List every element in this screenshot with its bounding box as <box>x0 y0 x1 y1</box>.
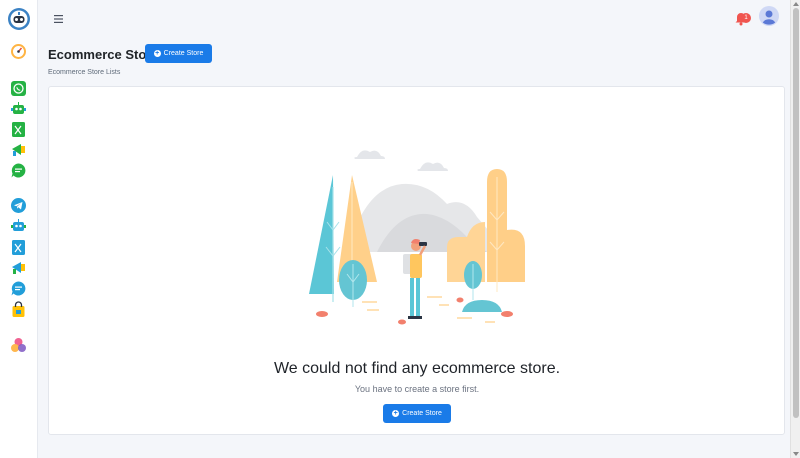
top-bar: 1 <box>39 0 790 38</box>
telegram-bot-icon[interactable] <box>10 218 27 235</box>
notification-count-badge: 1 <box>741 13 751 23</box>
whatsapp-icon[interactable] <box>10 80 27 97</box>
telegram-message-icon[interactable] <box>10 280 27 297</box>
ecommerce-bag-icon[interactable] <box>10 301 27 318</box>
plus-circle-icon: + <box>392 410 400 417</box>
whatsapp-sheet-icon[interactable] <box>10 121 27 138</box>
robot-logo-icon[interactable] <box>7 7 31 31</box>
store-list-card: We could not find any ecommerce store. Y… <box>48 86 785 435</box>
telegram-broadcast-icon[interactable] <box>10 259 27 276</box>
telegram-icon[interactable] <box>10 197 27 214</box>
empty-state-subtitle: You have to create a store first. <box>354 384 480 394</box>
telegram-sheet-icon[interactable] <box>10 239 27 256</box>
page-header: Ecommerce Store <box>48 44 159 64</box>
plus-circle-icon: + <box>153 50 161 57</box>
whatsapp-message-icon[interactable] <box>10 162 27 179</box>
user-avatar[interactable] <box>759 6 779 26</box>
scroll-down-arrow-icon[interactable] <box>793 452 799 456</box>
breadcrumb: Ecommerce Store Lists <box>48 69 121 76</box>
empty-state-title: We could not find any ecommerce store. <box>273 360 561 377</box>
sidebar <box>0 0 38 458</box>
social-circles-icon[interactable] <box>10 337 27 354</box>
empty-state-illustration <box>307 142 537 327</box>
empty-state-create-store-label: Create Store <box>402 410 442 417</box>
create-store-button[interactable]: + Create Store <box>145 44 212 63</box>
whatsapp-bot-icon[interactable] <box>10 101 27 118</box>
notification-bell-icon[interactable]: 1 <box>733 9 751 27</box>
create-store-label: Create Store <box>163 50 204 57</box>
scrollbar-thumb[interactable] <box>793 8 799 418</box>
scroll-up-arrow-icon[interactable] <box>793 2 799 6</box>
page-title: Ecommerce Store <box>48 46 159 62</box>
page-scrollbar[interactable] <box>790 0 800 458</box>
dashboard-gauge-icon[interactable] <box>10 43 27 60</box>
whatsapp-broadcast-icon[interactable] <box>10 141 27 158</box>
empty-state-create-store-button[interactable]: + Create Store <box>383 404 451 423</box>
hamburger-menu-icon[interactable] <box>53 12 65 24</box>
